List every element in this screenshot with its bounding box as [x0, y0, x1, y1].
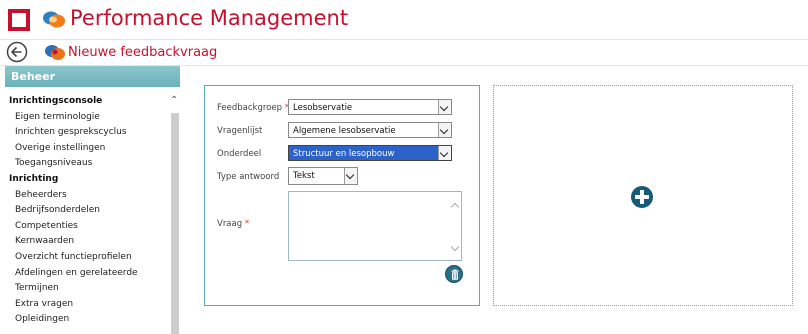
type-antwoord-select[interactable]: Tekst	[288, 167, 358, 185]
sidebar-item[interactable]: Eigen terminologie	[5, 110, 169, 126]
question-form-panel: Feedbackgroep * Lesobservatie Vragenlijs…	[204, 85, 480, 306]
sidebar-item[interactable]: Overzicht functieprofielen	[5, 250, 169, 266]
vraag-label: Vraag *	[217, 219, 249, 229]
sidebar-item[interactable]: Inrichten gesprekscyclus	[5, 125, 169, 141]
sidebar-scrollbar[interactable]: ⌃	[169, 87, 180, 334]
sidebar-item[interactable]: Termijnen	[5, 281, 169, 297]
sidebar-item[interactable]: Bedrijfsonderdelen	[5, 203, 169, 219]
sidebar-group-heading[interactable]: Inrichting	[5, 172, 169, 188]
delete-button[interactable]	[445, 265, 463, 283]
add-area[interactable]	[493, 85, 793, 306]
textarea-scroll-down-icon[interactable]	[450, 242, 460, 252]
sidebar-group-heading[interactable]: Inrichtingsconsole	[5, 94, 169, 110]
feedbackgroep-select[interactable]: Lesobservatie	[288, 99, 452, 115]
vragenlijst-label: Vragenlijst	[217, 126, 263, 136]
onderdeel-label: Onderdeel	[217, 149, 262, 159]
chevron-down-icon[interactable]	[438, 100, 451, 114]
chevron-down-icon[interactable]	[344, 168, 357, 184]
sidebar-item[interactable]: Competenties	[5, 219, 169, 235]
textarea-scroll-up-icon[interactable]	[450, 202, 460, 212]
feedbackgroep-label: Feedbackgroep *	[217, 103, 289, 113]
vraag-label-text: Vraag	[217, 219, 243, 229]
page-header: Nieuwe feedbackvraag	[0, 40, 808, 66]
top-bar: Performance Management	[0, 0, 808, 40]
sidebar-item[interactable]: Opleidingen	[5, 312, 169, 328]
chevron-down-icon[interactable]	[438, 146, 451, 160]
app-window: Performance Management Nieuwe feedbackvr…	[0, 0, 808, 334]
trash-icon	[451, 269, 459, 280]
scroll-up-icon[interactable]: ⌃	[170, 95, 178, 106]
type-antwoord-label: Type antwoord	[217, 172, 280, 182]
required-mark: *	[244, 219, 250, 229]
type-antwoord-value: Tekst	[293, 171, 315, 181]
sidebar-item[interactable]: Kernwaarden	[5, 234, 169, 250]
vraag-textarea[interactable]	[288, 191, 462, 261]
onderdeel-select[interactable]: Structuur en lesopbouw	[288, 145, 452, 161]
page-title: Nieuwe feedbackvraag	[68, 45, 218, 60]
back-arrow-icon[interactable]	[6, 41, 28, 63]
onderdeel-value: Structuur en lesopbouw	[293, 149, 395, 159]
vragenlijst-value: Algemene lesobservatie	[293, 126, 396, 136]
chat-bubbles-icon	[43, 11, 65, 28]
scroll-thumb[interactable]	[171, 113, 179, 334]
feedbackgroep-value: Lesobservatie	[293, 103, 353, 113]
app-grid-icon[interactable]	[8, 9, 30, 31]
app-title: Performance Management	[70, 6, 349, 30]
feedbackgroep-label-text: Feedbackgroep	[217, 103, 283, 113]
sidebar-item[interactable]: Beheerders	[5, 188, 169, 204]
sidebar-item[interactable]: Overige instellingen	[5, 141, 169, 157]
sidebar-item[interactable]: Extra vragen	[5, 297, 169, 313]
sidebar-item[interactable]: Afdelingen en gerelateerde	[5, 266, 169, 282]
sidebar-header: Beheer	[5, 66, 180, 87]
sidebar-item[interactable]: Toegangsniveaus	[5, 156, 169, 172]
chevron-down-icon[interactable]	[438, 123, 451, 137]
sidebar-list: Inrichtingsconsole Eigen terminologie Inri…	[5, 87, 169, 334]
feedback-icon	[45, 45, 65, 60]
plus-icon[interactable]	[631, 186, 653, 208]
sidebar: Beheer Inrichtingsconsole Eigen terminolo…	[5, 66, 180, 334]
vragenlijst-select[interactable]: Algemene lesobservatie	[288, 122, 452, 138]
